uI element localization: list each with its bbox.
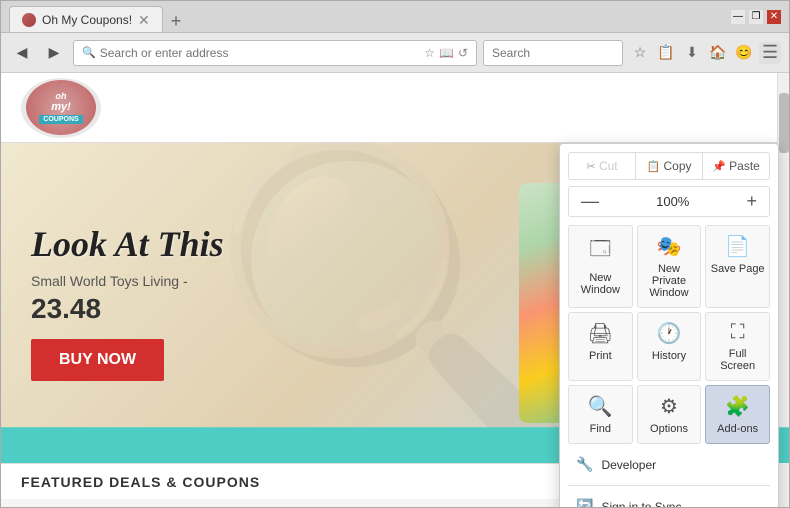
home-icon[interactable]: 🏠 bbox=[707, 42, 729, 64]
developer-row[interactable]: 🔧 Developer bbox=[568, 450, 770, 479]
new-tab-button[interactable]: + bbox=[167, 11, 186, 32]
cut-label: Cut bbox=[599, 159, 618, 173]
zoom-level: 100% bbox=[656, 194, 689, 209]
tab-favicon bbox=[22, 13, 36, 27]
fullscreen-item[interactable]: ⛶ Full Screen bbox=[705, 312, 770, 381]
addons-icon: 🧩 bbox=[725, 394, 750, 419]
title-bar: Oh My Coupons! ✕ + — ❐ ✕ bbox=[1, 1, 789, 33]
cut-button[interactable]: ✂ Cut bbox=[569, 153, 636, 179]
lock-icon: 🔍 bbox=[82, 46, 96, 59]
history-icon: 🕐 bbox=[657, 321, 682, 346]
buy-now-button[interactable]: BUY NOW bbox=[31, 339, 164, 381]
window-controls: — ❐ ✕ bbox=[731, 10, 781, 24]
addons-item[interactable]: 🧩 Add-ons bbox=[705, 385, 770, 444]
edit-row: ✂ Cut 📋 Copy 📌 Paste bbox=[568, 152, 770, 180]
print-label: Print bbox=[589, 350, 612, 362]
hero-subtitle: Small World Toys Living - bbox=[31, 273, 224, 289]
reload-button[interactable]: ↺ bbox=[458, 46, 468, 60]
signin-row[interactable]: 🔄 Sign in to Sync bbox=[568, 492, 770, 507]
find-item[interactable]: 🔍 Find bbox=[568, 385, 633, 444]
menu-separator-1 bbox=[568, 485, 770, 486]
star-icon[interactable]: ☆ bbox=[424, 46, 435, 60]
paste-label: Paste bbox=[729, 159, 760, 173]
tab-bar: Oh My Coupons! ✕ + bbox=[9, 1, 185, 32]
save-page-item[interactable]: 📄 Save Page bbox=[705, 225, 770, 308]
close-tab-button[interactable]: ✕ bbox=[138, 13, 150, 27]
logo-inner: oh my! COUPONS bbox=[26, 80, 96, 135]
active-tab[interactable]: Oh My Coupons! ✕ bbox=[9, 6, 163, 32]
firefox-menu: ✂ Cut 📋 Copy 📌 Paste — 100% + bbox=[559, 143, 779, 507]
find-icon: 🔍 bbox=[588, 394, 613, 419]
cut-icon: ✂ bbox=[586, 161, 595, 173]
print-icon: 🖨 bbox=[588, 321, 613, 346]
addons-label: Add-ons bbox=[717, 423, 758, 435]
print-item[interactable]: 🖨 Print bbox=[568, 312, 633, 381]
logo-text1: oh bbox=[56, 91, 67, 101]
signin-label: Sign in to Sync bbox=[601, 500, 681, 508]
minimize-button[interactable]: — bbox=[731, 10, 745, 24]
site-logo: oh my! COUPONS bbox=[21, 78, 101, 138]
menu-icon[interactable]: ☰ bbox=[759, 42, 781, 64]
browser-window: Oh My Coupons! ✕ + — ❐ ✕ ◀ ▶ 🔍 ☆ 📖 ↺ ☆ 📋 bbox=[0, 0, 790, 508]
download-icon[interactable]: ⬇ bbox=[681, 42, 703, 64]
content-area: oh my! COUPONS 🔍 Look At This Small Worl… bbox=[1, 73, 789, 507]
logo-banner: COUPONS bbox=[39, 115, 82, 124]
new-window-item[interactable]: 🗔 New Window bbox=[568, 225, 633, 308]
menu-grid: 🗔 New Window 🎭 New Private Window 📄 Save… bbox=[568, 225, 770, 444]
address-bar[interactable]: 🔍 ☆ 📖 ↺ bbox=[73, 40, 477, 66]
toolbar-icons: ☆ 📋 ⬇ 🏠 😊 ☰ bbox=[629, 42, 781, 64]
pocket-icon[interactable]: 📋 bbox=[655, 42, 677, 64]
options-icon: ⚙ bbox=[660, 394, 678, 419]
forward-button[interactable]: ▶ bbox=[41, 40, 67, 66]
account-icon[interactable]: 😊 bbox=[733, 42, 755, 64]
find-label: Find bbox=[590, 423, 611, 435]
close-button[interactable]: ✕ bbox=[767, 10, 781, 24]
copy-button[interactable]: 📋 Copy bbox=[636, 153, 703, 179]
signin-icon: 🔄 bbox=[576, 498, 593, 507]
save-page-icon: 📄 bbox=[725, 234, 750, 259]
copy-icon: 📋 bbox=[646, 161, 660, 173]
zoom-row: — 100% + bbox=[568, 186, 770, 217]
fullscreen-icon: ⛶ bbox=[731, 321, 745, 344]
hero-price: 23.48 bbox=[31, 293, 224, 325]
navigation-bar: ◀ ▶ 🔍 ☆ 📖 ↺ ☆ 📋 ⬇ 🏠 😊 ☰ bbox=[1, 33, 789, 73]
developer-label: Developer bbox=[601, 458, 656, 472]
hero-title: Look At This bbox=[31, 225, 224, 265]
bookmark-icon[interactable]: ☆ bbox=[629, 42, 651, 64]
back-button[interactable]: ◀ bbox=[9, 40, 35, 66]
tab-title: Oh My Coupons! bbox=[42, 13, 132, 27]
featured-label: FEATURED DEALS & COUPONS bbox=[21, 474, 260, 490]
zoom-out-button[interactable]: — bbox=[575, 191, 605, 212]
new-private-window-item[interactable]: 🎭 New Private Window bbox=[637, 225, 702, 308]
options-label: Options bbox=[650, 423, 688, 435]
address-icons: ☆ 📖 ↺ bbox=[424, 46, 468, 60]
save-page-label: Save Page bbox=[711, 263, 765, 275]
fullscreen-label: Full Screen bbox=[710, 348, 765, 372]
search-input[interactable] bbox=[483, 40, 623, 66]
new-window-icon: 🗔 bbox=[589, 234, 611, 268]
private-window-label: New Private Window bbox=[642, 263, 697, 299]
logo-text2: my! bbox=[51, 101, 71, 113]
paste-icon: 📌 bbox=[712, 161, 726, 173]
paste-button[interactable]: 📌 Paste bbox=[703, 153, 769, 179]
new-window-label: New Window bbox=[573, 272, 628, 296]
developer-icon: 🔧 bbox=[576, 456, 593, 473]
hero-text: Look At This Small World Toys Living - 2… bbox=[31, 225, 224, 381]
address-input[interactable] bbox=[100, 46, 421, 60]
reader-icon[interactable]: 📖 bbox=[439, 46, 454, 60]
options-item[interactable]: ⚙ Options bbox=[637, 385, 702, 444]
history-label: History bbox=[652, 350, 686, 362]
zoom-in-button[interactable]: + bbox=[740, 191, 763, 212]
site-header: oh my! COUPONS bbox=[1, 73, 789, 143]
scrollbar-thumb[interactable] bbox=[779, 93, 789, 153]
history-item[interactable]: 🕐 History bbox=[637, 312, 702, 381]
private-window-icon: 🎭 bbox=[657, 234, 682, 259]
copy-label: Copy bbox=[664, 159, 692, 173]
restore-button[interactable]: ❐ bbox=[749, 10, 763, 24]
